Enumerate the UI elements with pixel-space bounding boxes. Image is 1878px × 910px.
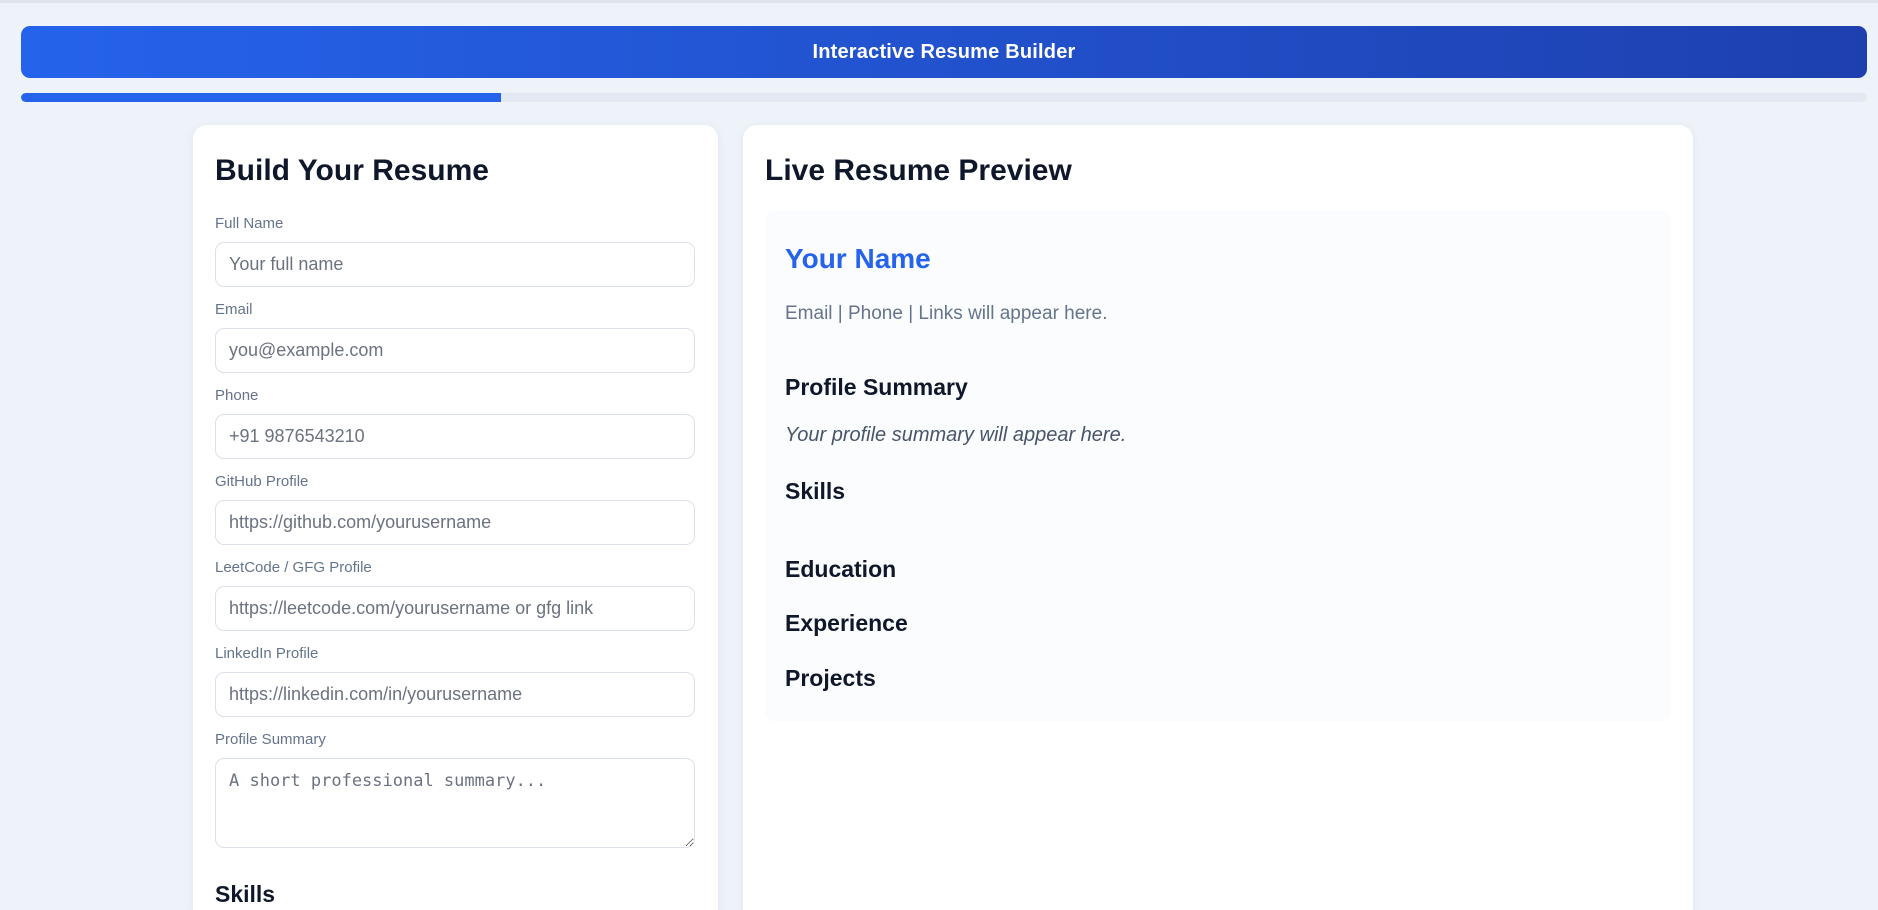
preview-education-heading: Education: [785, 556, 897, 582]
email-field: Email: [215, 301, 696, 373]
email-input[interactable]: [215, 328, 695, 373]
preview-summary-heading: Profile Summary: [785, 374, 968, 400]
preview-panel: Live Resume Preview Your Name Email | Ph…: [743, 125, 1693, 910]
phone-label: Phone: [215, 387, 259, 404]
progress-fill: [21, 93, 501, 102]
app-header: Interactive Resume Builder: [21, 26, 1867, 78]
summary-label: Profile Summary: [215, 731, 326, 748]
full-name-field: Full Name: [215, 215, 696, 287]
preview-projects-heading: Projects: [785, 665, 876, 691]
leetcode-field: LeetCode / GFG Profile: [215, 559, 696, 631]
skills-section-heading: Skills: [215, 881, 276, 907]
leetcode-input[interactable]: [215, 586, 695, 631]
leetcode-label: LeetCode / GFG Profile: [215, 559, 372, 576]
preview-name: Your Name: [785, 243, 931, 274]
preview-contact: Email | Phone | Links will appear here.: [785, 303, 1108, 324]
preview-skills-heading: Skills: [785, 478, 846, 504]
form-title: Build Your Resume: [215, 154, 489, 187]
phone-field: Phone: [215, 387, 696, 459]
linkedin-field: LinkedIn Profile: [215, 645, 696, 717]
linkedin-label: LinkedIn Profile: [215, 645, 319, 662]
github-field: GitHub Profile: [215, 473, 696, 545]
linkedin-input[interactable]: [215, 672, 695, 717]
full-name-input[interactable]: [215, 242, 695, 287]
app-title: Interactive Resume Builder: [812, 40, 1076, 63]
summary-field: Profile Summary: [215, 731, 696, 848]
github-input[interactable]: [215, 500, 695, 545]
progress-bar: [21, 93, 1867, 102]
resume-preview: Your Name Email | Phone | Links will app…: [765, 211, 1671, 721]
full-name-label: Full Name: [215, 215, 284, 232]
summary-textarea[interactable]: [215, 758, 695, 848]
preview-experience-heading: Experience: [785, 610, 908, 636]
form-panel: Build Your Resume Full Name Email Phone …: [193, 125, 718, 910]
top-rule: [0, 0, 1878, 3]
preview-title: Live Resume Preview: [765, 154, 1072, 187]
phone-input[interactable]: [215, 414, 695, 459]
email-label: Email: [215, 301, 253, 318]
github-label: GitHub Profile: [215, 473, 309, 490]
preview-summary-text: Your profile summary will appear here.: [785, 424, 1127, 446]
